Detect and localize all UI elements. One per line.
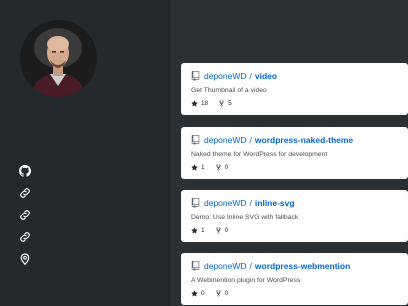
repo-description: Get Thumbnail of a video — [191, 87, 267, 94]
repo-owner-link[interactable]: deponeWD — [204, 261, 247, 271]
website-link-1[interactable] — [19, 187, 31, 199]
repo-card-title: deponeWD / inline-svg — [191, 196, 398, 210]
location-link[interactable] — [19, 253, 31, 265]
forks-stat: 0 — [215, 227, 229, 234]
repo-name-link[interactable]: inline-svg — [255, 198, 295, 208]
fork-count: 0 — [224, 164, 229, 171]
repo-list: deponeWD / video Get Thumbnail of a vide… — [170, 0, 408, 306]
stars-stat: 1 — [191, 164, 205, 171]
star-icon — [191, 100, 198, 107]
repo-name-link[interactable]: video — [255, 71, 277, 81]
fork-count: 0 — [224, 290, 229, 297]
repo-description: Demo: Use Inline SVG with fallback — [191, 214, 299, 221]
star-count: 18 — [201, 100, 209, 107]
star-count: 1 — [201, 227, 205, 234]
repo-path-separator: / — [249, 261, 252, 271]
repo-stats: 18 5 — [191, 100, 398, 107]
repo-card-title: deponeWD / video — [191, 69, 398, 83]
repo-path-separator: / — [249, 71, 252, 81]
avatar-photo — [20, 20, 97, 97]
avatar[interactable] — [20, 20, 97, 97]
link-icon — [20, 210, 30, 220]
repo-description: Naked theme for WordPress for developmen… — [191, 151, 328, 158]
stars-stat: 18 — [191, 100, 208, 107]
link-icon — [20, 188, 30, 198]
stars-stat: 0 — [191, 290, 205, 297]
location-pin-icon — [20, 253, 30, 265]
repo-path-separator: / — [249, 135, 252, 145]
repo-stats: 1 0 — [191, 164, 398, 171]
github-icon — [19, 165, 31, 177]
stars-stat: 1 — [191, 227, 205, 234]
forks-stat: 5 — [218, 100, 232, 107]
star-icon — [191, 227, 198, 234]
repo-icon — [191, 198, 200, 208]
fork-count: 5 — [228, 100, 232, 107]
repo-card: deponeWD / wordpress-naked-theme Naked t… — [181, 127, 408, 179]
repo-card-title: deponeWD / wordpress-naked-theme — [191, 133, 398, 147]
forks-stat: 0 — [215, 164, 229, 171]
repo-card: deponeWD / inline-svg Demo: Use Inline S… — [181, 190, 408, 242]
star-icon — [191, 290, 198, 297]
repo-owner-link[interactable]: deponeWD — [204, 71, 247, 81]
star-count: 0 — [201, 290, 205, 297]
fork-icon — [219, 100, 224, 107]
website-link-3[interactable] — [19, 231, 31, 243]
repo-stats: 0 0 — [191, 290, 398, 297]
fork-icon — [215, 290, 221, 297]
repo-description: A Webmention plugin for WordPress — [191, 277, 301, 284]
repo-owner-link[interactable]: deponeWD — [204, 135, 247, 145]
website-link-2[interactable] — [19, 209, 31, 221]
repo-name-link[interactable]: wordpress-naked-theme — [255, 135, 353, 145]
star-icon — [191, 164, 198, 171]
sidebar — [0, 0, 170, 306]
link-icon — [20, 232, 30, 242]
repo-icon — [191, 261, 200, 271]
forks-stat: 0 — [215, 290, 229, 297]
repo-owner-link[interactable]: deponeWD — [204, 198, 247, 208]
fork-icon — [215, 164, 221, 171]
repo-name-link[interactable]: wordpress-webmention — [255, 261, 350, 271]
fork-icon — [215, 227, 221, 234]
repo-card: deponeWD / video Get Thumbnail of a vide… — [181, 63, 408, 115]
star-count: 1 — [201, 164, 205, 171]
repo-stats: 1 0 — [191, 227, 398, 234]
fork-count: 0 — [224, 227, 229, 234]
repo-icon — [191, 71, 200, 81]
repo-icon — [191, 135, 200, 145]
github-link[interactable] — [19, 165, 31, 177]
repo-path-separator: / — [249, 198, 252, 208]
social-links — [19, 165, 31, 265]
repo-card: deponeWD / wordpress-webmention A Webmen… — [181, 253, 408, 305]
repo-card-title: deponeWD / wordpress-webmention — [191, 259, 398, 273]
